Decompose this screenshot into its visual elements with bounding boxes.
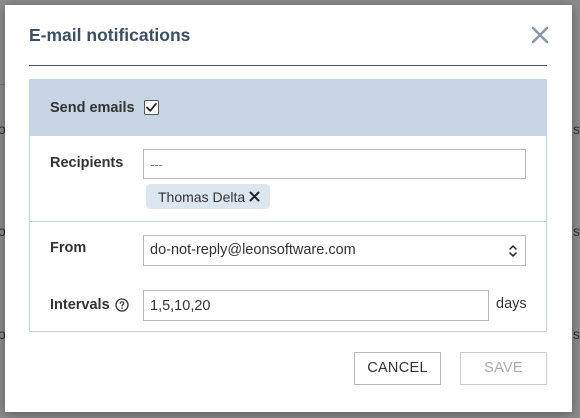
send-emails-row: Send emails	[30, 80, 546, 136]
intervals-label-group: Intervals	[50, 297, 129, 313]
cancel-button[interactable]: CANCEL	[354, 352, 441, 385]
recipients-input[interactable]	[143, 149, 526, 179]
title-divider	[29, 65, 547, 66]
email-notifications-dialog: E-mail notifications Send emails Recipie…	[5, 5, 572, 412]
intervals-input[interactable]	[143, 290, 489, 321]
from-selected-value: do-not-reply@leonsoftware.com	[150, 242, 356, 258]
close-icon	[531, 26, 549, 44]
recipients-label: Recipients	[50, 155, 124, 171]
send-emails-checkbox[interactable]	[144, 100, 159, 115]
select-arrows-icon	[509, 245, 517, 257]
help-circle-icon[interactable]	[115, 298, 129, 312]
from-label: From	[50, 240, 87, 256]
intervals-label: Intervals	[50, 297, 110, 313]
background-text-fragment: s	[573, 121, 580, 137]
days-unit-label: days	[496, 296, 527, 312]
background-text-fragment: s	[573, 223, 580, 239]
section-divider	[30, 221, 546, 222]
settings-panel: Send emails Recipients Thomas Delta From…	[29, 79, 547, 332]
from-select[interactable]: do-not-reply@leonsoftware.com	[143, 235, 526, 266]
background-text-fragment: s	[573, 326, 580, 342]
remove-chip-icon[interactable]	[249, 191, 260, 202]
dialog-title: E-mail notifications	[29, 25, 191, 45]
close-button[interactable]	[529, 24, 551, 46]
save-button[interactable]: SAVE	[460, 352, 547, 385]
recipient-chip: Thomas Delta	[146, 184, 271, 209]
recipient-chip-label: Thomas Delta	[158, 188, 246, 205]
send-emails-label: Send emails	[50, 100, 135, 116]
